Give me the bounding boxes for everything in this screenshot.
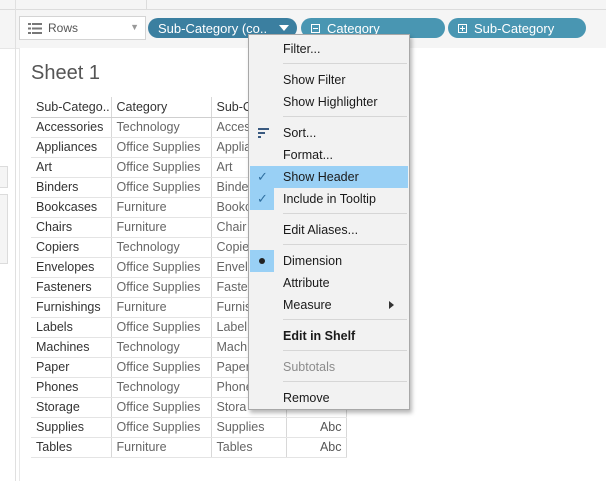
context-menu: Filter... Show Filter Show Highlighter S… xyxy=(248,34,410,410)
rows-label: Rows xyxy=(48,21,79,35)
row-header-sub-category[interactable]: Binders xyxy=(31,177,112,198)
cell-sub-category[interactable]: Tables xyxy=(210,437,286,458)
row-header-sub-category[interactable]: Bookcases xyxy=(31,197,112,218)
menu-item-show-filter[interactable]: Show Filter xyxy=(250,69,408,91)
menu-item-sort[interactable]: Sort... xyxy=(250,122,408,144)
cell-category[interactable]: Office Supplies xyxy=(111,137,211,158)
columns-shelf-strip xyxy=(0,0,606,10)
menu-item-subtotals: Subtotals xyxy=(283,360,336,374)
row-header-sub-category[interactable]: Accessories xyxy=(31,117,112,138)
menu-item-edit-aliases[interactable]: Edit Aliases... xyxy=(250,219,408,241)
menu-item-dimension[interactable]: Dimension xyxy=(250,250,408,272)
chevron-down-icon[interactable]: ▼ xyxy=(130,22,139,32)
cell-category[interactable]: Office Supplies xyxy=(111,257,211,278)
row-header-sub-category[interactable]: Tables xyxy=(31,437,112,458)
left-panel-stub xyxy=(0,194,8,264)
sheet-title: Sheet 1 xyxy=(31,62,100,84)
cell-category[interactable]: Office Supplies xyxy=(111,397,211,418)
menu-item-format[interactable]: Format... xyxy=(250,144,408,166)
checkmark-icon: ✓ xyxy=(257,169,268,184)
rows-icon xyxy=(28,22,42,34)
cell-abc[interactable]: Abc xyxy=(285,437,347,458)
cell-category[interactable]: Technology xyxy=(111,377,211,398)
menu-item-remove[interactable]: Remove xyxy=(250,387,408,409)
cell-category[interactable]: Furniture xyxy=(111,197,211,218)
radio-dot-icon xyxy=(259,258,265,264)
row-header-sub-category[interactable]: Chairs xyxy=(31,217,112,238)
row-header-sub-category[interactable]: Supplies xyxy=(31,417,112,438)
cell-category[interactable]: Furniture xyxy=(111,217,211,238)
column-header[interactable]: Category xyxy=(111,97,211,118)
cell-category[interactable]: Office Supplies xyxy=(111,417,211,438)
checkmark-icon: ✓ xyxy=(257,191,268,206)
minus-box-icon[interactable] xyxy=(311,23,320,33)
cell-sub-category[interactable]: Supplies xyxy=(210,417,286,438)
rows-shelf-label: Rows ▼ xyxy=(19,16,146,40)
cell-category[interactable]: Office Supplies xyxy=(111,157,211,178)
menu-item-attribute[interactable]: Attribute xyxy=(250,272,408,294)
menu-item-include-in-tooltip[interactable]: ✓ Include in Tooltip xyxy=(250,188,408,210)
pill-label: Sub-Category xyxy=(474,20,555,36)
menu-item-filter[interactable]: Filter... xyxy=(250,38,408,60)
menu-item-measure[interactable]: Measure xyxy=(250,294,408,316)
table-row: Supplies Office Supplies Supplies Abc xyxy=(31,417,347,438)
menu-item-edit-in-shelf[interactable]: Edit in Shelf xyxy=(250,325,408,347)
cell-category[interactable]: Technology xyxy=(111,237,211,258)
cell-category[interactable]: Technology xyxy=(111,337,211,358)
plus-box-icon[interactable] xyxy=(458,23,467,33)
cell-category[interactable]: Technology xyxy=(111,117,211,138)
row-header-sub-category[interactable]: Fasteners xyxy=(31,277,112,298)
row-header-sub-category[interactable]: Copiers xyxy=(31,237,112,258)
row-header-sub-category[interactable]: Storage xyxy=(31,397,112,418)
row-header-sub-category[interactable]: Phones xyxy=(31,377,112,398)
row-header-sub-category[interactable]: Envelopes xyxy=(31,257,112,278)
caret-down-icon[interactable] xyxy=(279,25,289,31)
menu-item-show-highlighter[interactable]: Show Highlighter xyxy=(250,91,408,113)
cell-category[interactable]: Office Supplies xyxy=(111,277,211,298)
table-row: Tables Furniture Tables Abc xyxy=(31,437,347,458)
cell-category[interactable]: Office Supplies xyxy=(111,317,211,338)
row-header-sub-category[interactable]: Appliances xyxy=(31,137,112,158)
submenu-arrow-icon xyxy=(389,301,394,309)
row-header-sub-category[interactable]: Machines xyxy=(31,337,112,358)
sort-icon xyxy=(258,128,269,138)
pill-sub-category[interactable]: Sub-Category xyxy=(448,18,586,38)
menu-item-show-header[interactable]: ✓ Show Header xyxy=(250,166,408,188)
sheet-border xyxy=(19,48,20,481)
row-header-sub-category[interactable]: Labels xyxy=(31,317,112,338)
cell-category[interactable]: Furniture xyxy=(111,297,211,318)
row-header-sub-category[interactable]: Furnishings xyxy=(31,297,112,318)
row-header-sub-category[interactable]: Paper xyxy=(31,357,112,378)
left-panel-border xyxy=(15,0,16,481)
cell-abc[interactable]: Abc xyxy=(285,417,347,438)
left-panel-stub xyxy=(0,166,8,188)
cell-category[interactable]: Office Supplies xyxy=(111,177,211,198)
cell-category[interactable]: Furniture xyxy=(111,437,211,458)
column-header[interactable]: Sub-Catego.. xyxy=(31,97,112,118)
row-header-sub-category[interactable]: Art xyxy=(31,157,112,178)
cell-category[interactable]: Office Supplies xyxy=(111,357,211,378)
